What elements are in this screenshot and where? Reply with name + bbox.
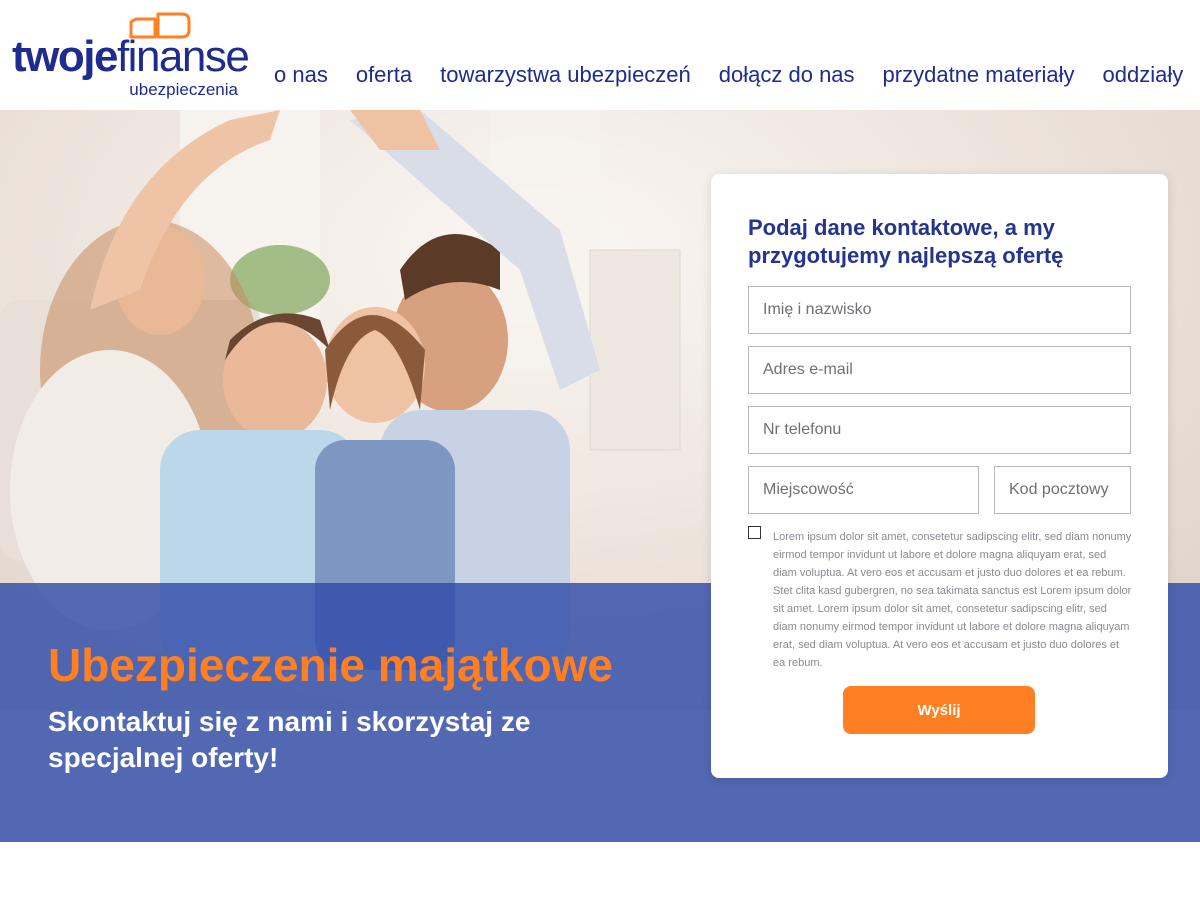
city-field[interactable] xyxy=(748,466,979,514)
main-nav: o nas oferta towarzystwa ubezpieczeń doł… xyxy=(260,58,1197,92)
email-field[interactable] xyxy=(748,346,1131,394)
nav-item-materialy[interactable]: przydatne materiały xyxy=(883,62,1075,88)
site-header: twojefinanse ubezpieczenia o nas oferta … xyxy=(0,0,1200,110)
nav-item-towarzystwa[interactable]: towarzystwa ubezpieczeń xyxy=(440,62,691,88)
nav-item-oddzialy[interactable]: oddziały xyxy=(1103,62,1184,88)
logo[interactable]: twojefinanse ubezpieczenia xyxy=(12,8,250,100)
logo-wordmark: twojefinanse xyxy=(12,32,250,81)
form-title: Podaj dane kontaktowe, a my przygotujemy… xyxy=(748,215,1064,268)
nav-item-dolacz[interactable]: dołącz do nas xyxy=(719,62,855,88)
contact-form-card: Podaj dane kontaktowe, a my przygotujemy… xyxy=(711,174,1168,778)
logo-subtitle: ubezpieczenia xyxy=(129,80,238,99)
hero-subtitle: Skontaktuj się z nami i skorzystaj ze sp… xyxy=(48,706,531,773)
zip-field[interactable] xyxy=(994,466,1131,514)
consent-checkbox[interactable] xyxy=(748,526,761,539)
nav-item-oferta[interactable]: oferta xyxy=(356,62,412,88)
submit-button[interactable]: Wyślij xyxy=(843,686,1035,734)
hero-title: Ubezpieczenie majątkowe xyxy=(48,639,613,691)
name-field[interactable] xyxy=(748,286,1131,334)
phone-field[interactable] xyxy=(748,406,1131,454)
consent-text: Lorem ipsum dolor sit amet, consetetur s… xyxy=(773,531,1132,669)
nav-item-o-nas[interactable]: o nas xyxy=(274,62,328,88)
